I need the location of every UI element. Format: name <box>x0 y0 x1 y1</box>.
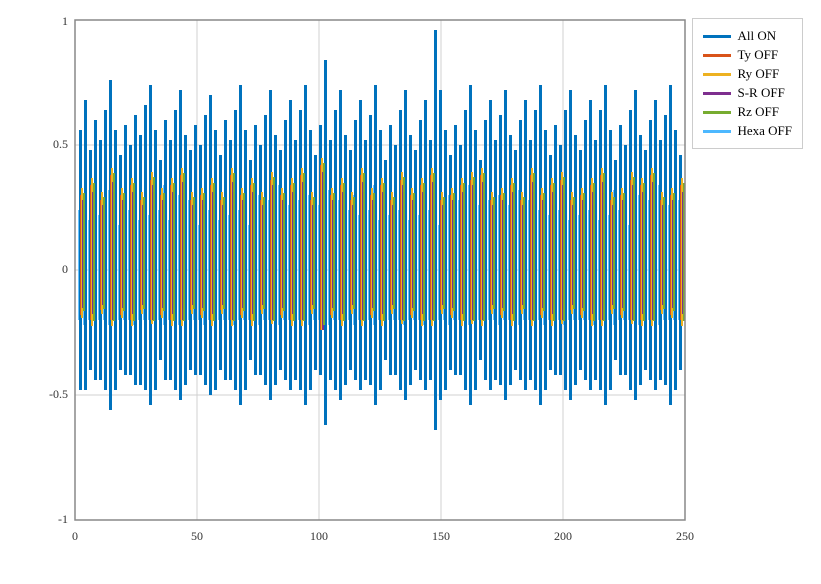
legend-label-hexa-off: Hexa OFF <box>737 123 792 139</box>
legend-item-rz-off: Rz OFF <box>703 104 792 120</box>
legend-color-ry-off <box>703 73 731 76</box>
legend-color-all-on <box>703 35 731 38</box>
chart-legend: All ON Ty OFF Ry OFF S-R OFF Rz OFF Hexa… <box>692 18 803 149</box>
legend-item-hexa-off: Hexa OFF <box>703 123 792 139</box>
legend-item-ry-off: Ry OFF <box>703 66 792 82</box>
svg-text:150: 150 <box>432 529 450 543</box>
svg-text:0.5: 0.5 <box>53 137 68 151</box>
chart-container: 1 0.5 0 -0.5 -1 0 50 100 150 200 250 All… <box>0 0 821 584</box>
legend-color-sr-off <box>703 92 731 95</box>
legend-item-sr-off: S-R OFF <box>703 85 792 101</box>
svg-text:100: 100 <box>310 529 328 543</box>
legend-color-ty-off <box>703 54 731 57</box>
legend-label-sr-off: S-R OFF <box>737 85 784 101</box>
legend-label-ty-off: Ty OFF <box>737 47 778 63</box>
legend-item-all-on: All ON <box>703 28 792 44</box>
svg-text:250: 250 <box>676 529 694 543</box>
svg-text:-0.5: -0.5 <box>49 387 68 401</box>
legend-color-hexa-off <box>703 130 731 133</box>
svg-text:50: 50 <box>191 529 203 543</box>
legend-color-rz-off <box>703 111 731 114</box>
legend-label-ry-off: Ry OFF <box>737 66 779 82</box>
svg-text:1: 1 <box>62 14 68 28</box>
svg-text:200: 200 <box>554 529 572 543</box>
legend-item-ty-off: Ty OFF <box>703 47 792 63</box>
legend-label-rz-off: Rz OFF <box>737 104 779 120</box>
svg-text:0: 0 <box>62 262 68 276</box>
legend-label-all-on: All ON <box>737 28 776 44</box>
svg-text:0: 0 <box>72 529 78 543</box>
svg-text:-1: -1 <box>58 512 68 526</box>
